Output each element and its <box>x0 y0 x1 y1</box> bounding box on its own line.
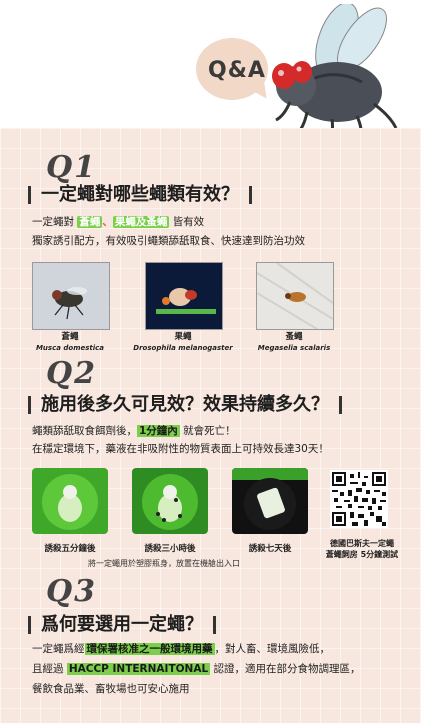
qa-label: Q&A <box>208 58 266 83</box>
title-bar-left <box>28 396 31 414</box>
qa-page: Q&A Q1 一定蠅對哪些蠅類有效？ 一定蠅對 蒼蠅、果蠅及蚤蠅 皆有效 獨家誘… <box>0 0 421 723</box>
phorid-fly-photo <box>256 262 334 330</box>
qr-caption: 德國巴斯夫一定蠅 蒼蠅飼房 5分鐘測試 <box>312 538 412 560</box>
trap-caption-5min: 誘殺五分鐘後 <box>44 544 96 554</box>
q3-highlight-epa: 環保署核准之一般環境用藥 <box>84 643 215 655</box>
qr-caption-line1: 德國巴斯夫一定蠅 <box>330 539 394 548</box>
q2-line1: 蠅類舔舐取食餌劑後， 1分鐘內 就會死亡！ <box>32 424 236 438</box>
q2-title: 施用後多久可見效？效果持續多久？ <box>28 390 342 416</box>
housefly-photo <box>32 262 110 330</box>
q3-line3: 餐飲食品業、畜牧場也可安心施用 <box>32 683 190 695</box>
q3-line1-suffix: ，對人畜、環境風險低， <box>214 643 331 655</box>
q2-line1-suffix: 就會死亡！ <box>183 425 236 437</box>
q3-title-text: 爲何要選用一定蠅？ <box>41 614 203 635</box>
fruitfly-name: 果蠅 <box>174 332 192 342</box>
q3-line2-suffix: 認證，適用在部分食物調理區， <box>213 663 361 675</box>
qr-caption-line2: 蒼蠅飼房 5分鐘測試 <box>325 550 399 559</box>
title-bar-left <box>28 616 31 634</box>
q3-line1-prefix: 一定蠅爲經 <box>32 643 85 655</box>
q2-line1-prefix: 蠅類舔舐取食餌劑後， <box>32 425 137 437</box>
fruitfly-latin: Drosophila melanogaster <box>133 344 233 352</box>
trap-caption-3hr: 誘殺三小時後 <box>144 544 196 554</box>
q3-line2: 且經過 HACCP INTERNAITONAL 認證，適用在部分食物調理區， <box>32 662 361 676</box>
trap-photo-3hr <box>132 468 208 534</box>
housefly-name: 蒼蠅 <box>61 332 79 342</box>
q1-highlight-fruitfly: 果蠅及蚤蠅 <box>112 216 170 228</box>
q2-highlight-minute: 1分鐘內 <box>137 425 180 437</box>
title-bar-right <box>339 396 342 414</box>
q1-line2: 獨家誘引配方，有效吸引蠅類舔舐取食、快速達到防治功效 <box>32 235 305 247</box>
q1-title: 一定蠅對哪些蠅類有效？ <box>28 180 252 206</box>
q1-separator: 、 <box>102 216 113 228</box>
fruitfly-photo <box>145 262 223 330</box>
q1-title-text: 一定蠅對哪些蠅類有效？ <box>41 184 239 205</box>
q1-line1-prefix: 一定蠅對 <box>32 216 74 228</box>
housefly-caption: 蒼蠅 Musca domestica <box>20 332 120 354</box>
q3-title: 爲何要選用一定蠅？ <box>28 610 216 636</box>
q1-line1-suffix: 皆有效 <box>172 216 205 228</box>
q2-title-text: 施用後多久可見效？效果持續多久？ <box>41 394 329 415</box>
q3-highlight-haccp: HACCP INTERNAITONAL <box>66 663 211 675</box>
q1-highlight-housefly: 蒼蠅 <box>77 216 103 228</box>
q3-number: Q3 <box>46 574 98 609</box>
qr-code[interactable] <box>330 470 388 528</box>
phorid-caption: 蚤蠅 Megaselia scalaris <box>244 332 344 354</box>
phorid-latin: Megaselia scalaris <box>257 344 331 352</box>
title-bar-right <box>213 616 216 634</box>
trap-photo-7day <box>232 468 308 534</box>
housefly-latin: Musca domestica <box>35 344 105 352</box>
q2-number: Q2 <box>46 356 98 391</box>
title-bar-right <box>249 186 252 204</box>
q2-line2: 在穩定環境下，藥液在非吸附性的物質表面上可持效長達30天！ <box>32 443 329 455</box>
q3-line1: 一定蠅爲經 環保署核准之一般環境用藥 ，對人畜、環境風險低， <box>32 642 330 656</box>
trap-photo-5min <box>32 468 108 534</box>
header: Q&A <box>0 0 421 147</box>
trap-note: 將一定蠅用於塑膠瓶身，放置在機艙出入口 <box>88 559 240 568</box>
fruitfly-caption: 果蠅 Drosophila melanogaster <box>133 332 233 354</box>
trap-caption-7day: 誘殺七天後 <box>248 544 292 554</box>
title-bar-left <box>28 186 31 204</box>
q3-line2-prefix: 且經過 <box>32 663 64 675</box>
phorid-name: 蚤蠅 <box>285 332 303 342</box>
q1-line1: 一定蠅對 蒼蠅、果蠅及蚤蠅 皆有效 <box>32 215 204 229</box>
